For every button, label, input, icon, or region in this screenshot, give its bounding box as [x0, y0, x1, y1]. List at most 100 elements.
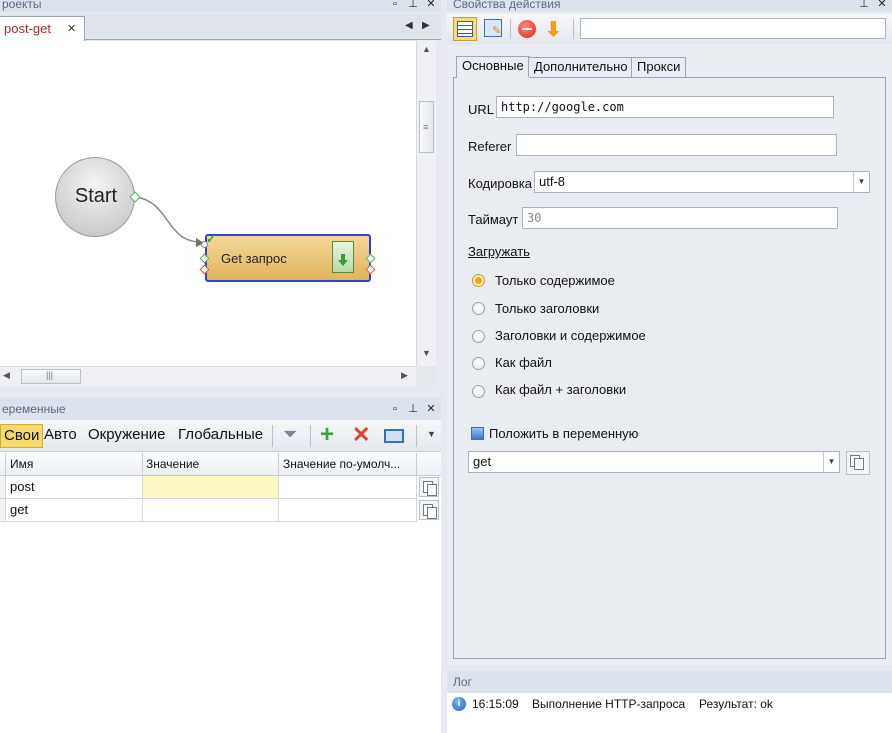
- tab-global-vars[interactable]: Глобальные: [178, 426, 263, 443]
- radio-headers-only[interactable]: [472, 302, 485, 315]
- load-section-label: Загружать: [468, 244, 530, 259]
- tab-own-vars[interactable]: Свои: [0, 424, 44, 448]
- variables-grid-header: Имя Значение Значение по-умолч...: [0, 453, 441, 476]
- radio-content-only[interactable]: [472, 274, 485, 287]
- referer-input[interactable]: [516, 134, 837, 156]
- variables-toolbar: Свои Авто Окружение Глобальные ⏷ + ✕ ▼: [0, 420, 441, 452]
- arrow-down-icon[interactable]: ⬇: [545, 17, 562, 42]
- copy-variable-icon[interactable]: [419, 477, 439, 497]
- put-in-variable-checkbox[interactable]: [471, 427, 484, 440]
- variable-select-value: get: [473, 454, 492, 469]
- edit-view-icon[interactable]: ✎: [484, 19, 502, 37]
- scroll-up-icon[interactable]: ▲: [422, 44, 431, 54]
- tab-basic-label: Основные: [462, 58, 524, 73]
- stop-icon[interactable]: [518, 20, 536, 38]
- log-time: 16:15:09: [472, 697, 519, 711]
- start-node[interactable]: Start: [55, 157, 135, 237]
- column-header-name[interactable]: Имя: [10, 457, 33, 471]
- workflow-canvas[interactable]: Start Get запрос ✓: [0, 41, 416, 366]
- column-header-default[interactable]: Значение по-умолч...: [283, 457, 400, 471]
- maximize-icon[interactable]: ▫: [388, 402, 402, 416]
- close-icon[interactable]: ✕: [424, 0, 438, 11]
- encoding-select[interactable]: utf-8 ▼: [534, 171, 870, 193]
- tab-auto-vars[interactable]: Авто: [44, 426, 77, 443]
- get-request-node[interactable]: Get запрос: [205, 234, 371, 282]
- put-in-variable-label[interactable]: Положить в переменную: [489, 426, 638, 441]
- filter-icon[interactable]: ⏷: [283, 424, 297, 445]
- variables-panel: еременные ▫ ⊥ ✕ Свои Авто Окружение Глоб…: [0, 398, 441, 733]
- radio-as-file-label[interactable]: Как файл: [495, 355, 552, 370]
- log-panel: Лог i 16:15:09 Выполнение HTTP-запроса Р…: [447, 671, 892, 733]
- tab-post-get[interactable]: post-get ✕: [0, 16, 85, 41]
- pin-icon[interactable]: ⊥: [406, 402, 420, 416]
- maximize-icon[interactable]: ▫: [388, 0, 402, 11]
- scroll-corner: [416, 366, 436, 386]
- projects-panel-title: роекты: [2, 0, 42, 11]
- node-input-port[interactable]: [201, 241, 208, 248]
- canvas-hscrollbar[interactable]: ◀ ||| ▶: [0, 366, 416, 386]
- radio-content-only-label[interactable]: Только содержимое: [495, 273, 615, 288]
- properties-panel-title: Свойства действия: [453, 0, 561, 11]
- radio-as-file-headers[interactable]: [472, 385, 485, 398]
- radio-as-file[interactable]: [472, 357, 485, 370]
- radio-headers-only-label[interactable]: Только заголовки: [495, 301, 599, 316]
- delete-variable-icon[interactable]: ✕: [352, 422, 370, 448]
- hscroll-thumb[interactable]: |||: [21, 369, 81, 384]
- scroll-down-icon[interactable]: ▼: [422, 348, 431, 358]
- tab-proxy-label: Прокси: [637, 59, 681, 74]
- table-row[interactable]: post: [0, 476, 441, 499]
- tab-close-icon[interactable]: ✕: [67, 22, 76, 35]
- variable-value-cell[interactable]: [143, 476, 279, 499]
- pin-icon[interactable]: ⊥: [406, 0, 420, 11]
- tab-advanced[interactable]: Дополнительно: [528, 57, 634, 77]
- log-panel-header: Лог: [447, 671, 892, 693]
- url-input[interactable]: http://google.com: [496, 96, 834, 118]
- toolbar-overflow-icon[interactable]: ▼: [427, 429, 436, 439]
- copy-variable-icon[interactable]: [846, 451, 870, 475]
- tab-environment-vars[interactable]: Окружение: [88, 426, 165, 443]
- tab-scroll-left-icon[interactable]: ◀: [405, 20, 413, 31]
- tab-proxy[interactable]: Прокси: [631, 57, 687, 77]
- encoding-label: Кодировка: [468, 176, 532, 191]
- close-icon[interactable]: ✕: [875, 0, 889, 11]
- tab-post-get-label: post-get: [4, 21, 51, 36]
- tab-scroll-right-icon[interactable]: ▶: [422, 20, 430, 31]
- variable-value-cell[interactable]: [143, 499, 279, 522]
- copy-variable-icon[interactable]: [419, 500, 439, 520]
- radio-as-file-headers-label[interactable]: Как файл + заголовки: [495, 382, 626, 397]
- properties-panel: Свойства действия ⊥ ✕ ✎ ⬇ Основные Допол…: [447, 0, 892, 665]
- table-row[interactable]: get: [0, 499, 441, 522]
- canvas-vscrollbar[interactable]: ▲ ≡ ▼: [416, 41, 436, 366]
- variable-name-cell[interactable]: get: [6, 499, 143, 522]
- chevron-down-icon[interactable]: ▼: [823, 452, 839, 472]
- action-search-input[interactable]: [580, 18, 886, 39]
- scroll-left-icon[interactable]: ◀: [3, 370, 10, 381]
- variable-select[interactable]: get ▼: [468, 451, 840, 473]
- encoding-select-value: utf-8: [539, 174, 566, 189]
- variable-name-cell[interactable]: post: [6, 476, 143, 499]
- variable-default-cell[interactable]: [279, 499, 417, 522]
- tab-basic[interactable]: Основные: [456, 56, 530, 78]
- radio-headers-and-content[interactable]: [472, 330, 485, 343]
- info-icon: i: [452, 697, 466, 711]
- properties-panel-header: Свойства действия: [447, 0, 892, 12]
- add-variable-icon[interactable]: +: [320, 421, 334, 449]
- chevron-down-icon[interactable]: ▼: [853, 172, 869, 192]
- grid-view-icon[interactable]: [453, 17, 477, 41]
- log-panel-title: Лог: [453, 675, 472, 689]
- start-node-label: Start: [74, 185, 118, 207]
- radio-headers-and-content-label[interactable]: Заголовки и содержимое: [495, 328, 646, 343]
- variable-default-cell[interactable]: [279, 476, 417, 499]
- referer-label: Referer: [468, 139, 512, 154]
- pin-icon[interactable]: ⊥: [857, 0, 871, 11]
- connection-line: [134, 196, 201, 243]
- log-message: Выполнение HTTP-запроса: [532, 697, 686, 711]
- scroll-right-icon[interactable]: ▶: [401, 370, 408, 381]
- timeout-input[interactable]: 30: [522, 207, 838, 229]
- close-icon[interactable]: ✕: [424, 402, 438, 416]
- tab-advanced-label: Дополнительно: [534, 59, 628, 74]
- url-label: URL: [468, 102, 495, 117]
- columns-icon[interactable]: [384, 429, 404, 443]
- vscroll-thumb[interactable]: ≡: [419, 101, 434, 153]
- column-header-value[interactable]: Значение: [146, 457, 199, 471]
